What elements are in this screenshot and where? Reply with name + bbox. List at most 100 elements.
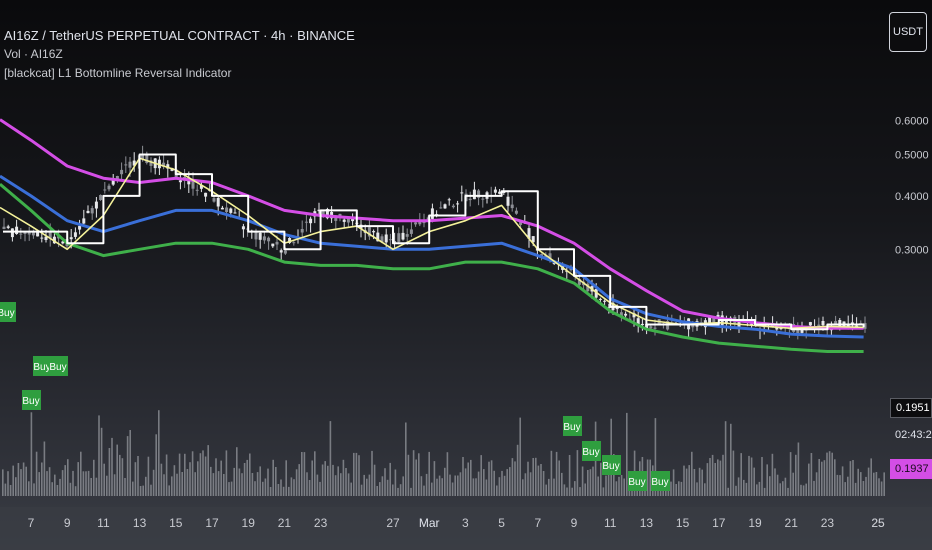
volume-bar-209 [545, 484, 547, 496]
volume-bar-330 [860, 472, 862, 496]
volume-bar-248 [646, 459, 649, 496]
volume-bar-200 [522, 479, 524, 496]
volume-bar-73 [191, 451, 194, 496]
candle-42 [178, 173, 182, 190]
volume-bar-74 [194, 472, 196, 496]
volume-bar-272 [709, 458, 711, 496]
volume-bar-257 [670, 481, 672, 496]
candle-46 [195, 184, 199, 196]
volume-bar-96 [251, 473, 254, 496]
volume-bar-7 [20, 469, 22, 496]
volume-bar-21 [56, 485, 59, 496]
symbol-title[interactable]: AI16Z / TetherUS PERPETUAL CONTRACT · 4h… [4, 26, 355, 45]
volume-bar-326 [849, 461, 852, 496]
volume-bar-161 [420, 476, 423, 496]
buy-signal-0: Buy [0, 302, 16, 322]
volume-bar-264 [688, 465, 690, 496]
volume-bar-156 [407, 454, 410, 496]
volume-bar-217 [566, 487, 568, 496]
volume-bar-152 [397, 487, 399, 496]
candle-24 [103, 182, 107, 194]
volume-bar-15 [41, 462, 43, 496]
volume-bar-122 [319, 481, 321, 496]
volume-bar-106 [277, 484, 280, 496]
volume-bar-207 [540, 464, 542, 496]
volume-bar-336 [875, 472, 878, 496]
candle-57 [241, 223, 245, 238]
svg-text:Buy: Buy [22, 396, 39, 407]
volume-bar-201 [524, 473, 527, 496]
volume-bar-102 [267, 468, 269, 496]
currency-button[interactable]: USDT [889, 12, 927, 52]
x-tick-3: 13 [133, 516, 147, 530]
candle-121 [510, 195, 514, 212]
volume-bar-213 [555, 451, 558, 496]
candle-18 [78, 219, 82, 235]
candle-78 [330, 206, 334, 223]
volume-bar-76 [199, 453, 202, 496]
y-tick-0: 0.6000 [895, 116, 929, 128]
volume-bar-58 [152, 469, 155, 496]
y-tick-1: 0.5000 [895, 150, 929, 162]
volume-bar-4 [12, 465, 14, 496]
candle-113 [477, 189, 481, 206]
volume-bar-189 [493, 470, 495, 496]
candle-97 [409, 221, 413, 237]
volume-bar-237 [618, 476, 620, 496]
volume-bar-114 [298, 464, 300, 496]
candle-108 [456, 200, 460, 213]
volume-bar-36 [95, 477, 98, 496]
volume-bar-315 [821, 461, 823, 496]
volume-bar-175 [457, 475, 459, 496]
candle-111 [468, 191, 472, 207]
buy-signal-5: Buy [582, 441, 601, 461]
volume-bar-104 [272, 459, 274, 496]
volume-bar-188 [490, 460, 493, 496]
volume-bar-151 [394, 469, 397, 496]
volume-bar-191 [498, 477, 501, 496]
volume-bar-230 [600, 462, 602, 496]
volume-bar-282 [735, 485, 737, 496]
volume-bar-288 [750, 457, 753, 496]
candle-61 [258, 231, 262, 249]
volume-bar-316 [823, 460, 826, 496]
volume-bar-62 [163, 474, 165, 496]
volume-bar-279 [727, 487, 729, 496]
svg-text:Buy: Buy [49, 362, 66, 373]
indicator-legend[interactable]: [blackcat] L1 Bottomline Reversal Indica… [4, 64, 355, 83]
candle-106 [447, 197, 451, 206]
volume-bar-260 [678, 481, 680, 496]
volume-bar-320 [834, 459, 836, 496]
volume-bar-216 [563, 484, 566, 496]
volume-bar-339 [883, 472, 885, 496]
volume-bar-204 [532, 458, 534, 496]
x-tick-7: 21 [278, 516, 292, 530]
volume-bar-111 [290, 477, 293, 496]
volume-bar-285 [743, 479, 745, 496]
volume-bar-192 [501, 470, 503, 496]
volume-bar-172 [449, 474, 451, 496]
volume-bar-12 [33, 483, 35, 496]
candle-87 [367, 219, 371, 240]
volume-legend[interactable]: Vol · AI16Z [4, 45, 355, 64]
candle-63 [267, 236, 271, 250]
x-tick-19: 17 [712, 516, 726, 530]
candle-107 [451, 203, 455, 209]
buy-signal-7: Buy [628, 471, 647, 491]
x-tick-20: 19 [748, 516, 762, 530]
volume-bar-138 [360, 484, 363, 496]
volume-bar-331 [862, 481, 865, 496]
volume-bar-65 [171, 476, 173, 496]
volume-bar-311 [810, 453, 813, 496]
candle-116 [489, 186, 493, 203]
volume-bar-181 [472, 478, 475, 496]
volume-bar-293 [763, 487, 766, 496]
volume-bar-194 [506, 469, 508, 496]
volume-bar-337 [878, 478, 880, 496]
volume-bar-205 [535, 457, 537, 496]
volume-bar-29 [77, 462, 79, 496]
volume-bar-95 [249, 453, 251, 496]
volume-bar-105 [275, 467, 277, 496]
candle-21 [90, 205, 94, 220]
volume-bar-3 [9, 485, 12, 496]
